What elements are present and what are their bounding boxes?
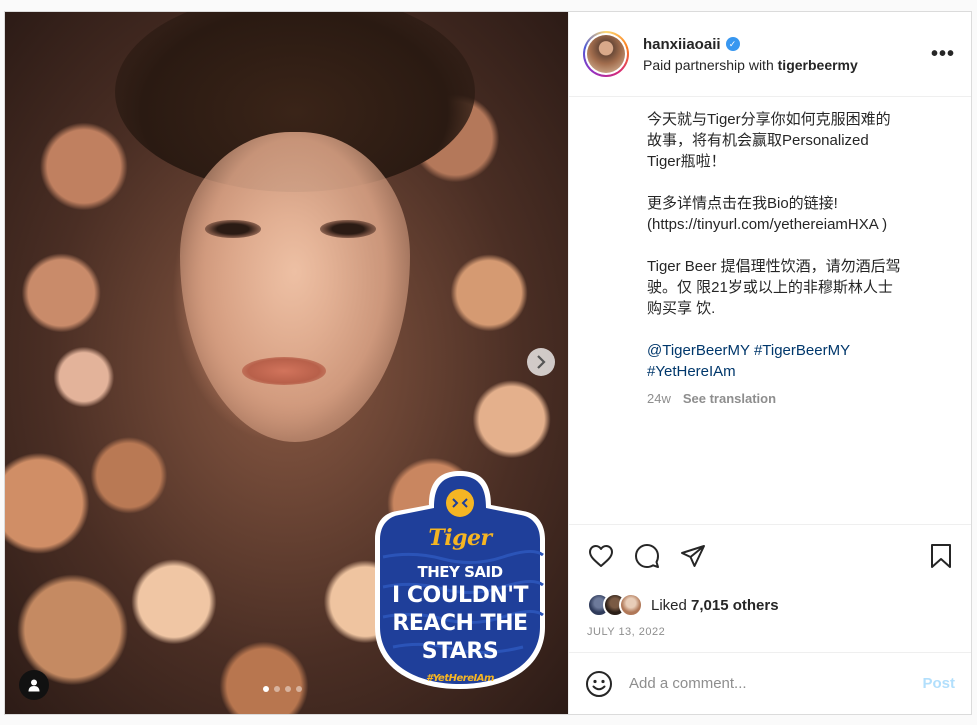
smiley-icon [586, 670, 612, 697]
face-shape [180, 132, 410, 442]
carousel-dot [285, 686, 291, 692]
next-image-button[interactable] [527, 348, 555, 376]
post-header: hanxiiaoaii ✓ Paid partnership with tige… [569, 12, 971, 97]
caption-paragraph-2: 更多详情点击在我Bio的链接! (https://tinyurl.com/yet… [647, 195, 888, 233]
see-translation-button[interactable]: See translation [683, 388, 776, 409]
share-button[interactable] [679, 542, 707, 570]
heart-icon [589, 544, 613, 567]
likes-row: Liked 7,015 others [569, 586, 971, 624]
liker-avatars[interactable] [587, 593, 643, 617]
partner-prefix: Paid partnership with [643, 56, 774, 73]
verified-icon: ✓ [725, 37, 740, 51]
like-button[interactable] [587, 542, 615, 570]
badge-brand: Tiger [428, 525, 492, 551]
username: hanxiiaoaii [643, 35, 721, 53]
avatar [619, 593, 643, 617]
post-image[interactable]: Tiger THEY SAID I COULDN'T REACH THE STA… [5, 12, 568, 714]
caption-meta: 24w See translation [647, 388, 947, 409]
send-icon [681, 544, 705, 567]
post-card: Tiger THEY SAID I COULDN'T REACH THE STA… [4, 11, 972, 715]
comment-icon [635, 543, 659, 568]
post-comment-button[interactable]: Post [922, 675, 955, 692]
chevron-right-icon [537, 355, 546, 369]
tiger-icon [446, 489, 474, 517]
caption-paragraph-3: Tiger Beer 提倡理性饮酒，请勿酒后驾 驶。仅 限21岁或以上的非穆斯林… [647, 258, 901, 317]
badge-line-2: I COULDN'T [392, 583, 529, 608]
comment-input[interactable] [629, 675, 923, 692]
likes-count[interactable]: 7,015 others [691, 597, 779, 614]
tagged-users-button[interactable] [19, 670, 49, 700]
action-bar [569, 524, 971, 586]
badge-hashtag: #YetHereIAm [426, 673, 494, 684]
right-eye [320, 220, 376, 238]
likes-prefix: Liked [651, 596, 687, 614]
hashtag-link[interactable]: #YetHereIAm [647, 363, 736, 380]
carousel-dot [274, 686, 280, 692]
hashtag-link[interactable]: #TigerBeerMY [754, 342, 850, 359]
badge-line-1: THEY SAID [417, 563, 503, 581]
mention-link[interactable]: @TigerBeerMY [647, 342, 750, 359]
emoji-button[interactable] [585, 670, 613, 698]
caption: 今天就与Tiger分享你如何克服困难的 故事，将有机会赢取Personalize… [569, 97, 971, 524]
comment-button[interactable] [633, 542, 661, 570]
username-link[interactable]: hanxiiaoaii ✓ [643, 36, 931, 53]
story-avatar[interactable] [583, 31, 629, 77]
carousel-dot [296, 686, 302, 692]
carousel-indicator [263, 686, 302, 692]
bookmark-icon [931, 543, 951, 568]
post-age[interactable]: 24w [647, 388, 671, 409]
left-eye [205, 220, 261, 238]
caption-tags: @TigerBeerMY #TigerBeerMY #YetHereIAm [647, 340, 947, 382]
avatar [587, 35, 625, 73]
badge-line-3: REACH THE [392, 611, 528, 636]
carousel-dot-active [263, 686, 269, 692]
partner-link[interactable]: tigerbeermy [778, 57, 858, 73]
header-text: hanxiiaoaii ✓ Paid partnership with tige… [643, 36, 931, 73]
tiger-badge: Tiger THEY SAID I COULDN'T REACH THE STA… [373, 467, 547, 692]
lips-shape [242, 357, 326, 385]
comment-bar: Post [569, 652, 971, 714]
save-button[interactable] [927, 542, 955, 570]
post-sidebar: hanxiiaoaii ✓ Paid partnership with tige… [568, 12, 971, 714]
user-icon [28, 679, 40, 692]
paid-partnership: Paid partnership with tigerbeermy [643, 57, 931, 73]
badge-line-4: STARS [421, 639, 499, 664]
caption-paragraph-1: 今天就与Tiger分享你如何克服困难的 故事，将有机会赢取Personalize… [647, 111, 891, 170]
post-date[interactable]: JULY 13, 2022 [569, 624, 971, 652]
more-options-icon[interactable]: ••• [931, 43, 955, 66]
